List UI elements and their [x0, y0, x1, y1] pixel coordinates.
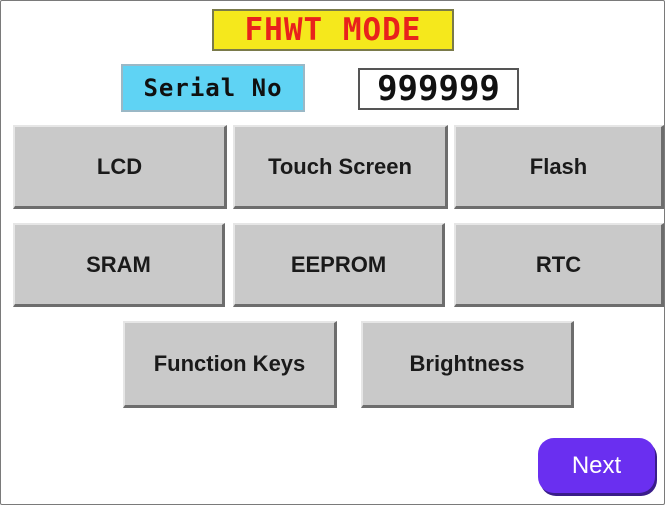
- flash-test-button[interactable]: Flash: [454, 125, 664, 209]
- function-keys-test-button[interactable]: Function Keys: [123, 321, 337, 408]
- serial-number-value: 999999: [358, 68, 519, 110]
- serial-number-label: Serial No: [121, 64, 305, 112]
- brightness-test-button[interactable]: Brightness: [361, 321, 574, 408]
- touch-screen-test-button[interactable]: Touch Screen: [233, 125, 448, 209]
- mode-title: FHWT MODE: [212, 9, 454, 51]
- sram-test-button[interactable]: SRAM: [13, 223, 225, 307]
- next-button[interactable]: Next: [538, 438, 655, 493]
- eeprom-test-button[interactable]: EEPROM: [233, 223, 445, 307]
- lcd-test-button[interactable]: LCD: [13, 125, 227, 209]
- hmi-screen: FHWT MODE Serial No 999999 LCD Touch Scr…: [0, 0, 665, 505]
- rtc-test-button[interactable]: RTC: [454, 223, 664, 307]
